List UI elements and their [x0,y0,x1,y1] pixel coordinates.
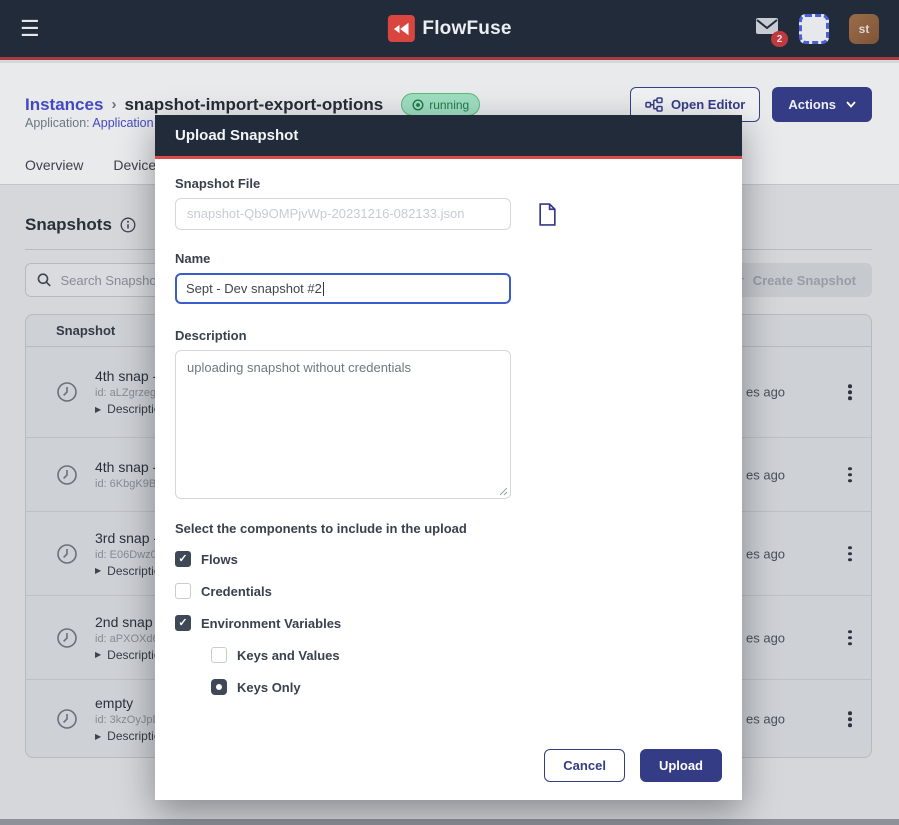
snapshot-time: es ago [746,630,785,645]
option-label: Environment Variables [201,616,341,631]
clock-icon [56,543,78,565]
actions-label: Actions [788,97,836,112]
chevron-down-icon [846,101,856,108]
brand-name: FlowFuse [422,18,511,40]
actions-button[interactable]: Actions [772,87,872,122]
checkbox-unchecked-icon[interactable] [175,583,191,599]
option-flows[interactable]: ✓ Flows [175,550,722,568]
description-value: uploading snapshot without credentials [187,360,411,375]
kebab-menu-icon[interactable] [844,626,856,650]
name-input[interactable]: Sept - Dev snapshot #2 [175,273,511,304]
top-navbar: ☰ FlowFuse 2 st [0,0,899,60]
instance-tabs: Overview Devices [25,157,163,184]
clock-icon [56,627,78,649]
checkbox-checked-icon[interactable]: ✓ [175,615,191,631]
status-badge: running [401,93,480,116]
flowfuse-logo-icon [387,15,414,42]
clock-icon [56,708,78,730]
snapshot-time: es ago [746,546,785,561]
snapshot-time: es ago [746,385,785,400]
open-editor-label: Open Editor [671,97,745,112]
status-badge-label: running [429,98,469,112]
app-window: ☰ FlowFuse 2 st Instances › snapshot-imp… [0,0,899,825]
checkbox-checked-icon[interactable]: ✓ [175,551,191,567]
kebab-menu-icon[interactable] [844,542,856,566]
triangle-right-icon: ▶ [95,405,101,414]
option-label: Credentials [201,584,272,599]
create-snapshot-button[interactable]: + Create Snapshot [719,263,872,297]
kebab-menu-icon[interactable] [844,463,856,487]
brand[interactable]: FlowFuse [387,15,511,42]
snapshot-time: es ago [746,712,785,727]
clock-icon [56,381,78,403]
dialog-header: Upload Snapshot [155,115,742,159]
name-label: Name [175,251,722,266]
option-keys-and-values[interactable]: Keys and Values [211,646,722,664]
navbar-right: 2 st [755,14,879,44]
kebab-menu-icon[interactable] [844,380,856,404]
browse-file-button[interactable] [538,203,557,226]
create-snapshot-label: Create Snapshot [753,273,856,288]
clock-icon [56,464,78,486]
editor-flow-icon [645,97,663,112]
breadcrumb-instances-link[interactable]: Instances [25,95,103,115]
radio-selected-icon[interactable] [211,679,227,695]
checkbox-unchecked-icon[interactable] [211,647,227,663]
triangle-right-icon: ▶ [95,650,101,659]
instance-title: snapshot-import-export-options [124,95,383,115]
breadcrumb-separator: › [111,96,116,113]
user-avatar[interactable]: st [849,14,879,44]
application-link[interactable]: Application [92,116,153,130]
option-label: Keys and Values [237,648,340,663]
document-icon [538,203,557,226]
upload-snapshot-dialog: Upload Snapshot Snapshot File snapshot-Q… [155,115,742,800]
option-label: Flows [201,552,238,567]
upload-button[interactable]: Upload [640,749,722,782]
bottom-edge-bar [0,819,899,825]
triangle-right-icon: ▶ [95,732,101,741]
snapshots-title: Snapshots [25,215,112,235]
text-caret [323,282,324,296]
option-credentials[interactable]: Credentials [175,582,722,600]
notifications-button[interactable]: 2 [755,17,779,40]
description-label: Description [175,328,722,343]
components-label: Select the components to include in the … [175,521,722,536]
option-label: Keys Only [237,680,301,695]
dialog-title: Upload Snapshot [175,127,298,144]
hamburger-menu-icon[interactable]: ☰ [20,18,40,40]
application-label: Application: [25,116,90,130]
resize-handle-icon[interactable] [499,487,508,496]
option-keys-only[interactable]: Keys Only [211,678,722,696]
notification-count-badge: 2 [771,31,788,47]
snapshot-file-label: Snapshot File [175,176,722,191]
triangle-right-icon: ▶ [95,566,101,575]
application-row: Application: Application [25,116,154,130]
running-status-icon [412,99,424,111]
name-value: Sept - Dev snapshot #2 [186,281,322,296]
cancel-button[interactable]: Cancel [544,749,625,782]
description-textarea[interactable]: uploading snapshot without credentials [175,350,511,499]
snapshot-file-input[interactable]: snapshot-Qb9OMPjvWp-20231216-082133.json [175,198,511,230]
kebab-menu-icon[interactable] [844,707,856,731]
team-avatar-icon[interactable] [799,14,829,44]
option-environment-variables[interactable]: ✓ Environment Variables [175,614,722,632]
component-options: ✓ Flows Credentials ✓ Environment Variab… [175,550,722,696]
search-icon [37,272,52,288]
snapshot-time: es ago [746,467,785,482]
tab-overview[interactable]: Overview [25,157,83,184]
info-icon[interactable] [120,217,136,233]
